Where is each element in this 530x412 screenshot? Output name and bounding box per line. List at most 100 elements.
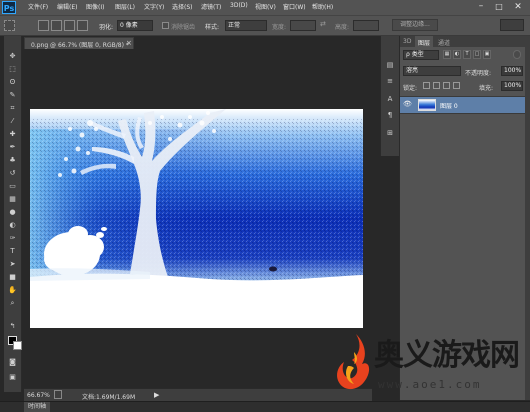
history-panel-icon[interactable]: ▤	[385, 60, 395, 70]
fill-input[interactable]: 100%	[501, 81, 523, 91]
add-selection-icon[interactable]	[51, 20, 62, 31]
opacity-input[interactable]: 100%	[501, 66, 523, 76]
watermark-url: www.aoe1.com	[378, 378, 482, 391]
menu-layer[interactable]: 图层(L)	[115, 2, 135, 11]
adjustment-filter-icon[interactable]: ◐	[453, 50, 461, 59]
photoshop-logo: Ps	[2, 1, 16, 14]
new-selection-icon[interactable]	[38, 20, 49, 31]
layer-kind-filter-select[interactable]: ρ 类型	[403, 50, 439, 60]
history-brush-tool-icon[interactable]: ↺	[7, 169, 18, 178]
intersect-selection-icon[interactable]	[77, 20, 88, 31]
layer-thumbnail	[418, 99, 436, 111]
type-filter-icon[interactable]: T	[463, 50, 471, 59]
clone-stamp-tool-icon[interactable]: ♣	[7, 156, 18, 165]
maximize-button[interactable]: □	[490, 0, 508, 14]
antialias-checkbox[interactable]	[162, 22, 169, 29]
healing-brush-tool-icon[interactable]: ✚	[7, 130, 18, 139]
status-info-icon[interactable]	[54, 390, 62, 399]
subtract-selection-icon[interactable]	[64, 20, 75, 31]
marquee-tool-preset-icon[interactable]	[4, 20, 15, 31]
menu-edit[interactable]: 编辑(E)	[57, 2, 77, 11]
toolbox: ✥ ⬚ ʘ ✎ ⌗ ⁄ ✚ ✒ ♣ ↺ ▭ ▦ ● ◐ ✑ T ➤ ■ ✋ ⌕ …	[4, 36, 22, 392]
lock-all-icon[interactable]	[453, 82, 460, 89]
tab-3d[interactable]: 3D	[403, 38, 411, 45]
lock-label: 锁定:	[403, 85, 418, 92]
menu-filter[interactable]: 滤镜(T)	[201, 2, 221, 11]
pen-tool-icon[interactable]: ✑	[7, 234, 18, 243]
height-input[interactable]	[353, 20, 379, 31]
eraser-tool-icon[interactable]: ▭	[7, 182, 18, 191]
visibility-eye-icon[interactable]: 👁	[403, 100, 412, 108]
menu-file[interactable]: 文件(F)	[28, 2, 48, 11]
layer-name[interactable]: 图层 0	[440, 101, 458, 110]
flame-logo-icon	[337, 334, 370, 390]
menu-type[interactable]: 文字(Y)	[144, 2, 164, 11]
lasso-tool-icon[interactable]: ʘ	[7, 78, 18, 87]
document-tab[interactable]: 0.png @ 66.7% (图层 0, RGB/8) * ×	[24, 37, 134, 49]
document-close-icon[interactable]: ×	[126, 39, 132, 47]
blend-mode-select[interactable]: 溶亮	[403, 66, 461, 76]
panel-tabs: 3D 图层 通道	[400, 36, 526, 47]
feather-input[interactable]: 0 像素	[117, 20, 153, 31]
quick-mask-icon[interactable]: ◙	[7, 358, 18, 367]
timeline-tab[interactable]: 时间轴	[24, 402, 50, 412]
menu-3d[interactable]: 3D(D)	[230, 2, 248, 9]
layer-row[interactable]: 👁 图层 0	[400, 96, 526, 114]
swap-icon[interactable]: ⇄	[320, 20, 326, 28]
panel-dock: ▤ ≡ A ¶ ⊞	[380, 36, 399, 156]
menu-window[interactable]: 窗口(W)	[283, 2, 306, 11]
minimize-button[interactable]: –	[472, 0, 490, 14]
swap-colors-icon[interactable]: ↰	[7, 322, 18, 331]
brush-tool-icon[interactable]: ✒	[7, 143, 18, 152]
menu-bar: Ps 文件(F) 编辑(E) 图像(I) 图层(L) 文字(Y) 选择(S) 滤…	[0, 0, 530, 15]
status-menu-arrow-icon[interactable]: ▶	[154, 391, 159, 399]
filter-toggle-icon[interactable]	[513, 50, 521, 59]
blend-row: 溶亮 不透明度: 100%	[403, 66, 523, 77]
width-input[interactable]	[290, 20, 316, 31]
dodge-tool-icon[interactable]: ◐	[7, 221, 18, 230]
lock-position-icon[interactable]	[443, 82, 450, 89]
tab-channels[interactable]: 通道	[438, 38, 450, 47]
workspace-select[interactable]	[500, 19, 524, 31]
hand-tool-icon[interactable]: ✋	[7, 286, 18, 295]
character-panel-icon[interactable]: A	[385, 94, 395, 104]
shape-tool-icon[interactable]: ■	[7, 273, 18, 282]
canvas-image[interactable]	[30, 109, 363, 328]
menu-select[interactable]: 选择(S)	[172, 2, 193, 11]
snow-tree-artwork	[30, 109, 363, 328]
menu-help[interactable]: 帮助(H)	[312, 2, 333, 11]
layer-filter-row: ρ 类型 ▦ ◐ T □ ▣	[403, 50, 523, 61]
menu-image[interactable]: 图像(I)	[86, 2, 104, 11]
pixel-filter-icon[interactable]: ▦	[443, 50, 451, 59]
path-select-tool-icon[interactable]: ➤	[7, 260, 18, 269]
zoom-tool-icon[interactable]: ⌕	[7, 299, 18, 308]
move-tool-icon[interactable]: ✥	[7, 52, 18, 61]
watermark-title: 奥义游戏网	[374, 338, 520, 373]
document-tab-title: 0.png @ 66.7% (图层 0, RGB/8) *	[31, 42, 129, 49]
close-window-button[interactable]: ✕	[508, 0, 528, 14]
smart-object-filter-icon[interactable]: ▣	[483, 50, 491, 59]
style-select[interactable]: 正常	[225, 20, 267, 31]
lock-transparent-icon[interactable]	[423, 82, 430, 89]
marquee-tool-icon[interactable]: ⬚	[7, 65, 18, 74]
lock-pixels-icon[interactable]	[433, 82, 440, 89]
status-bar: 66.67% 文档:1.69M/1.69M ▶	[24, 388, 372, 401]
blur-tool-icon[interactable]: ●	[7, 208, 18, 217]
tab-layers[interactable]: 图层	[418, 38, 430, 47]
properties-panel-icon[interactable]: ≡	[385, 76, 395, 86]
paragraph-panel-icon[interactable]: ¶	[385, 110, 395, 120]
refine-edge-button[interactable]: 调整边缘...	[392, 19, 438, 31]
background-color-swatch[interactable]	[13, 341, 22, 350]
gradient-tool-icon[interactable]: ▦	[7, 195, 18, 204]
type-tool-icon[interactable]: T	[7, 247, 18, 256]
zoom-level-field[interactable]: 66.67%	[27, 392, 50, 399]
eyedropper-tool-icon[interactable]: ⁄	[7, 117, 18, 126]
shape-filter-icon[interactable]: □	[473, 50, 481, 59]
crop-tool-icon[interactable]: ⌗	[7, 104, 18, 113]
menu-view[interactable]: 视图(V)	[255, 2, 276, 11]
screen-mode-icon[interactable]: ▣	[7, 373, 18, 382]
opacity-label: 不透明度:	[465, 70, 492, 77]
quick-select-tool-icon[interactable]: ✎	[7, 91, 18, 100]
tool-presets-panel-icon[interactable]: ⊞	[385, 128, 395, 138]
style-label: 样式:	[205, 24, 220, 31]
